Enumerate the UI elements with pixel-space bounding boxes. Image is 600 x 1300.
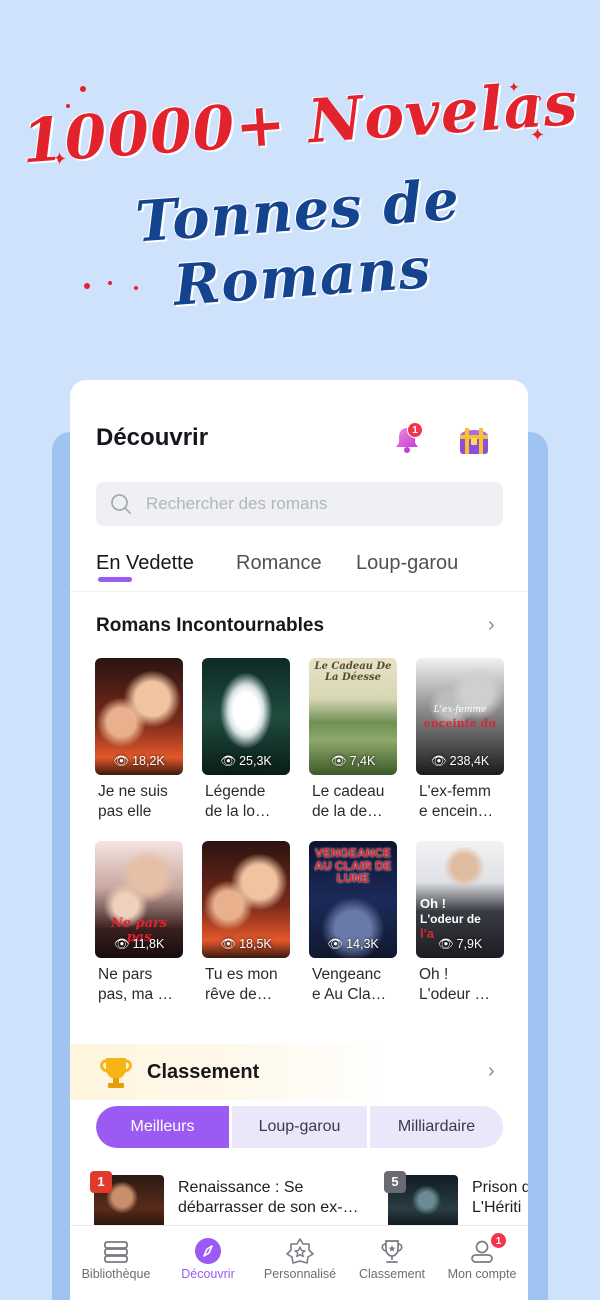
app-screen: Découvrir 1 En Vedette Romance Loup-garo… — [70, 380, 528, 1300]
chevron-right-icon[interactable]: › — [488, 614, 495, 637]
rank-badge: 1 — [90, 1171, 112, 1193]
cover-title: Oh ! — [420, 896, 446, 911]
page-title: Découvrir — [96, 424, 209, 451]
section-title: Classement — [147, 1061, 260, 1083]
section-title: Romans Incontournables — [96, 615, 325, 636]
book-title: Oh ! L'odeur … — [419, 966, 491, 1003]
compass-icon — [195, 1238, 221, 1264]
nav-decouvrir[interactable]: Découvrir — [162, 1226, 254, 1300]
tab-meilleurs[interactable]: Meilleurs — [96, 1106, 229, 1148]
view-count: 7,9K — [456, 937, 483, 951]
nav-label: Bibliothèque — [81, 1267, 151, 1281]
promo-headline: 10000+ Novelas — [19, 68, 581, 178]
eye-icon: 👁 — [220, 937, 237, 951]
nav-mon-compte[interactable]: 1 Mon compte — [436, 1226, 528, 1300]
cover-title: Le Cadeau De La Déesse — [314, 661, 392, 683]
star-badge-icon — [286, 1238, 314, 1264]
nav-label: Découvrir — [181, 1267, 235, 1281]
tab-loup-garou[interactable]: Loup-garou — [356, 552, 458, 575]
book-title: Le cadeau de la de… — [312, 783, 385, 820]
active-tab-indicator — [98, 577, 132, 582]
category-tabs: En Vedette Romance Loup-garou — [96, 552, 526, 592]
view-count: 18,2K — [132, 754, 165, 768]
book-cover: 👁 18,5K — [202, 841, 290, 958]
search-icon — [111, 494, 131, 514]
ranking-header — [70, 1044, 528, 1100]
eye-icon: 👁 — [430, 754, 447, 768]
cover-subtitle: enceinte du — [423, 717, 497, 730]
book-cover: 👁 18,2K — [95, 658, 183, 775]
book-cover: L'ex-femme enceinte du 👁 238,4K — [416, 658, 504, 775]
nav-label: Mon compte — [447, 1267, 517, 1281]
eye-icon: 👁 — [113, 754, 130, 768]
nav-classement[interactable]: Classement — [346, 1226, 438, 1300]
ranking-book-title: Renaissance : Se débarrasser de son ex-… — [178, 1179, 359, 1216]
tab-en-vedette[interactable]: En Vedette — [96, 552, 194, 575]
book-title: Je ne suis pas elle — [98, 783, 168, 820]
bottom-navigation: Bibliothèque Découvrir Personnalisé Clas… — [70, 1225, 528, 1300]
nav-bibliotheque[interactable]: Bibliothèque — [70, 1226, 162, 1300]
ranking-tabs: Meilleurs Loup-garou Milliardaire — [96, 1106, 503, 1148]
tab-romance[interactable]: Romance — [236, 552, 322, 575]
view-count: 14,3K — [346, 937, 379, 951]
book-cover: Ne pars pas 👁 11,8K — [95, 841, 183, 958]
nav-personnalise[interactable]: Personnalisé — [254, 1226, 346, 1300]
trophy-icon — [381, 1240, 403, 1263]
cover-title: L'ex-femme — [433, 705, 487, 715]
tab-loup-garou-ranking[interactable]: Loup-garou — [232, 1106, 367, 1148]
book-title: L'ex-femm e encein… — [419, 783, 494, 820]
cover-title: VENGEANCE AU CLAIR DE LUNE — [314, 846, 392, 886]
book-cover: VENGEANCE AU CLAIR DE LUNE 👁 14,3K — [309, 841, 397, 958]
cover-title: L'odeur de — [420, 912, 481, 926]
book-title: Légende de la lo… — [205, 783, 271, 820]
eye-icon: 👁 — [327, 937, 344, 951]
book-cover: Le Cadeau De La Déesse 👁 7,4K — [309, 658, 397, 775]
view-count: 18,5K — [239, 937, 272, 951]
books-icon — [104, 1241, 128, 1263]
book-title: Tu es mon rêve de… — [205, 966, 278, 1003]
book-cover: Oh ! L'odeur de l'a 👁 7,9K — [416, 841, 504, 958]
book-title: Ne pars pas, ma … — [98, 966, 173, 1003]
eye-icon: 👁 — [113, 937, 130, 951]
book-cover: 👁 25,3K — [202, 658, 290, 775]
eye-icon: 👁 — [437, 937, 454, 951]
search-bar[interactable] — [96, 482, 503, 526]
view-count: 25,3K — [239, 754, 272, 768]
view-count: 11,8K — [132, 937, 165, 951]
notification-badge: 1 — [490, 1232, 507, 1249]
search-input[interactable] — [146, 482, 486, 526]
view-count: 7,4K — [349, 754, 376, 768]
treasure-chest-icon[interactable] — [456, 422, 492, 458]
view-count: 238,4K — [449, 754, 490, 768]
divider — [70, 591, 528, 592]
book-title: Vengeanc e Au Cla… — [312, 966, 387, 1003]
nav-label: Personnalisé — [263, 1267, 337, 1281]
tab-milliardaire[interactable]: Milliardaire — [370, 1106, 503, 1148]
rank-badge: 5 — [384, 1171, 406, 1193]
trophy-icon — [100, 1058, 132, 1088]
promo-subheadline: Tonnes de Romans — [133, 166, 462, 319]
notification-badge: 1 — [407, 422, 423, 438]
eye-icon: 👁 — [220, 754, 237, 768]
promo-banner: ✦ ✦ ✦ ✦ 10000+ Novelas Tonnes de Romans — [0, 0, 600, 360]
ranking-book-title: Prison d L'Hériti — [472, 1179, 528, 1216]
chevron-right-icon[interactable]: › — [488, 1060, 495, 1083]
eye-icon: 👁 — [330, 754, 347, 768]
nav-label: Classement — [359, 1267, 425, 1281]
